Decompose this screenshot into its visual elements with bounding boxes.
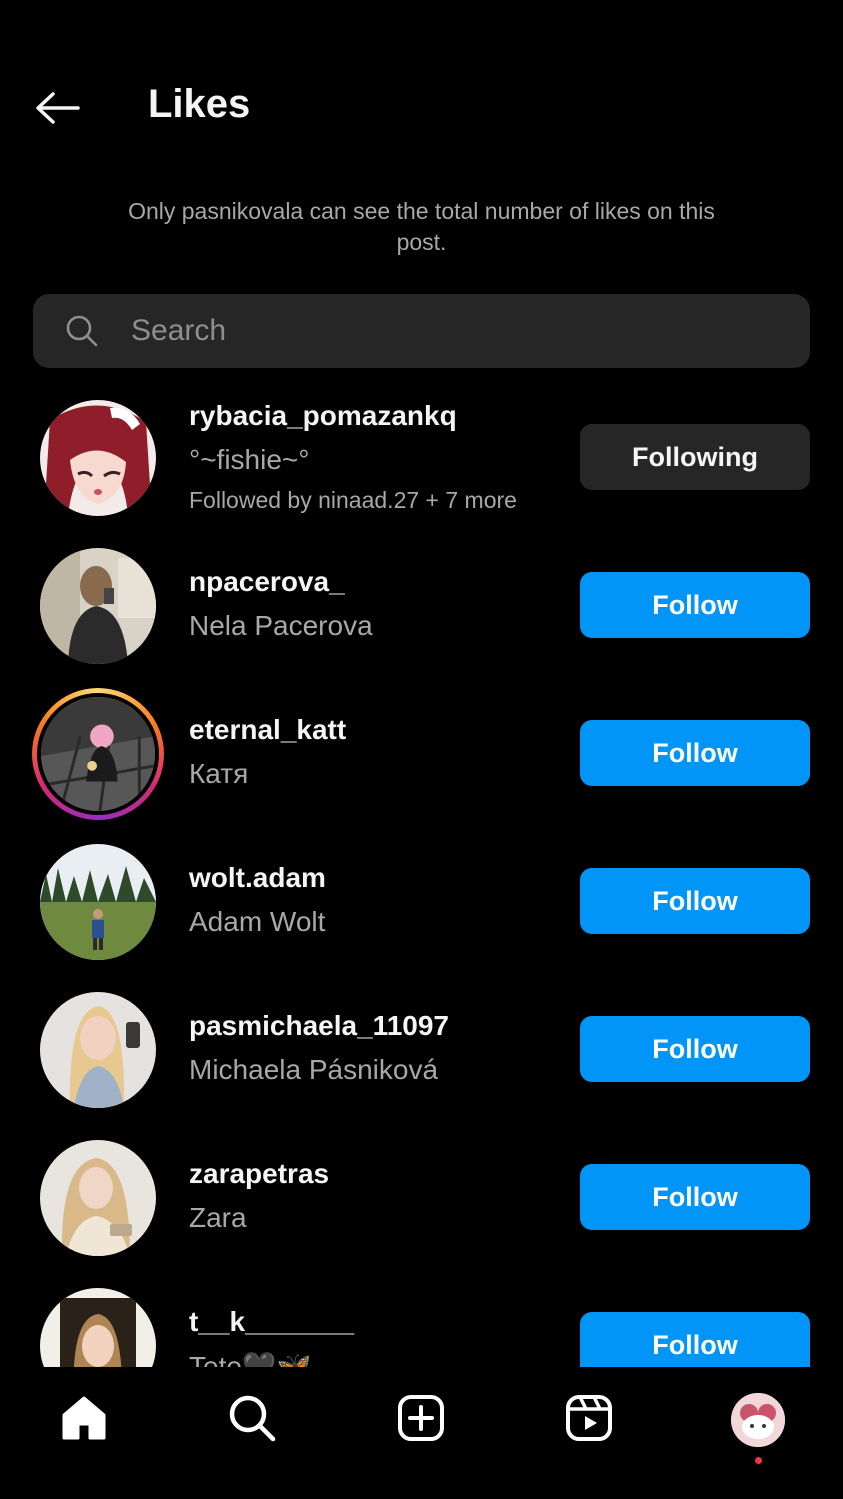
search-icon — [33, 294, 131, 368]
avatar-image — [40, 400, 156, 516]
notification-dot — [755, 1457, 762, 1464]
avatar[interactable] — [40, 844, 156, 960]
list-item[interactable]: t__k_______ Tete🖤🦋 Follow — [0, 1270, 843, 1367]
mutual-followers: Followed by ninaad.27 + 7 more — [189, 487, 517, 513]
nav-profile[interactable] — [708, 1387, 808, 1487]
header: Likes — [0, 0, 843, 180]
follow-button[interactable]: Follow — [580, 1312, 810, 1367]
avatar-image — [40, 1140, 156, 1256]
list-item[interactable]: eternal_katt Катя Follow — [0, 678, 843, 826]
profile-avatar — [731, 1393, 785, 1447]
full-name: Катя — [189, 758, 249, 789]
search-icon — [229, 1395, 276, 1442]
username[interactable]: wolt.adam — [189, 862, 326, 894]
avatar-with-story-ring[interactable] — [32, 688, 164, 820]
follow-button[interactable]: Follow — [580, 868, 810, 934]
follow-button[interactable]: Follow — [580, 720, 810, 786]
list-item[interactable]: pasmichaela_11097 Michaela Pásniková Fol… — [0, 974, 843, 1122]
username[interactable]: eternal_katt — [189, 714, 346, 746]
list-item[interactable]: npacerova_ Nela Pacerova Follow — [0, 530, 843, 678]
following-button[interactable]: Following — [580, 424, 810, 490]
username[interactable]: pasmichaela_11097 — [189, 1010, 449, 1042]
search-bar[interactable] — [33, 294, 810, 368]
follow-button[interactable]: Follow — [580, 1164, 810, 1230]
avatar[interactable] — [40, 992, 156, 1108]
full-name: Adam Wolt — [189, 906, 326, 937]
avatar-image — [40, 992, 156, 1108]
full-name: Zara — [189, 1202, 247, 1233]
home-icon — [62, 1396, 106, 1440]
follow-button[interactable]: Follow — [580, 1016, 810, 1082]
avatar[interactable] — [40, 1140, 156, 1256]
reels-icon — [566, 1395, 612, 1441]
nav-search[interactable] — [202, 1387, 302, 1487]
arrow-left-icon — [36, 92, 80, 124]
username[interactable]: rybacia_pomazankq — [189, 400, 457, 432]
full-name: Nela Pacerova — [189, 610, 373, 641]
avatar-image — [40, 844, 156, 960]
create-post-icon — [398, 1395, 444, 1441]
page-title: Likes — [148, 82, 251, 126]
avatar[interactable] — [40, 400, 156, 516]
back-button[interactable] — [30, 84, 84, 132]
list-item[interactable]: zarapetras Zara Follow — [0, 1122, 843, 1270]
username[interactable]: zarapetras — [189, 1158, 329, 1190]
username[interactable]: t__k_______ — [189, 1306, 354, 1338]
full-name: Tete🖤🦋 — [189, 1351, 312, 1367]
nav-create-post[interactable] — [371, 1387, 471, 1487]
nav-home[interactable] — [34, 1387, 134, 1487]
search-input[interactable] — [131, 314, 791, 348]
avatar-image — [40, 548, 156, 664]
follow-button[interactable]: Follow — [580, 572, 810, 638]
avatar-image — [40, 1288, 156, 1367]
list-item[interactable]: wolt.adam Adam Wolt Follow — [0, 826, 843, 974]
likes-privacy-notice: Only pasnikovala can see the total numbe… — [128, 198, 715, 255]
full-name: Michaela Pásniková — [189, 1054, 439, 1085]
bottom-navigation — [0, 1367, 843, 1499]
avatar-image — [41, 697, 155, 811]
username[interactable]: npacerova_ — [189, 566, 345, 598]
list-item[interactable]: rybacia_pomazankq °~fishie~° Followed by… — [0, 382, 843, 530]
likes-list: rybacia_pomazankq °~fishie~° Followed by… — [0, 382, 843, 1367]
full-name: °~fishie~° — [189, 444, 310, 475]
avatar[interactable] — [40, 1288, 156, 1367]
avatar[interactable] — [40, 548, 156, 664]
nav-reels[interactable] — [539, 1387, 639, 1487]
